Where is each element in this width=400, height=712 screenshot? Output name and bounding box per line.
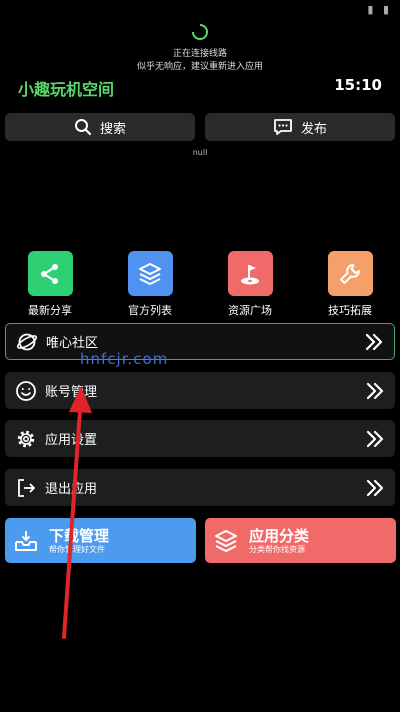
red-annotation-arrow xyxy=(62,386,92,639)
